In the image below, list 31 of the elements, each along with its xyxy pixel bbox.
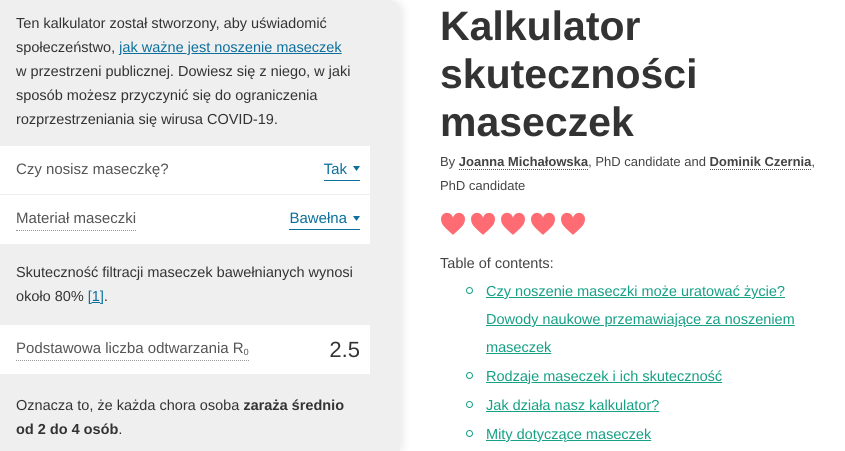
toc-heading: Table of contents: [440, 255, 555, 274]
toc-link[interactable]: Jak działa nasz kalkulator? [486, 392, 831, 420]
field-label: Podstawowa liczba odtwarzania R$_{0}$ [16, 338, 249, 362]
field-label: Materiał maseczki [16, 208, 136, 232]
toc-link[interactable]: Czy noszenie maseczki może uratować życie? Dowody naukowe przemawiające za noszeniem maseczek [486, 278, 831, 362]
filtration-note: Skuteczność filtracji maseczek bawełnianych wynosi około 80% [1]. [15, 264, 354, 307]
caret-icon [353, 166, 360, 171]
toc-link[interactable]: Mity dotyczące maseczek [486, 421, 831, 449]
heart-icon [470, 212, 496, 236]
heart-icon [560, 212, 586, 236]
author-link[interactable]: Joanna Michałowska [458, 154, 588, 170]
bullet-icon [466, 372, 473, 379]
field-label: Czy nosisz maseczkę? [16, 160, 169, 180]
heart-icon [500, 212, 526, 236]
heart-icon [440, 212, 466, 236]
heart-icon [530, 212, 556, 236]
byline: By Joanna Michałowska, PhD candidate and Dominik Czernia, PhD candidate [440, 153, 816, 195]
author-link[interactable]: Dominik Czernia [710, 154, 812, 170]
bullet-icon [466, 401, 473, 408]
select-dropdown[interactable]: Tak [324, 160, 360, 180]
bullet-icon [466, 430, 473, 437]
bullet-icon [466, 287, 473, 294]
toc-link[interactable]: Rodzaje maseczek i ich skuteczność [486, 363, 831, 391]
reference-link[interactable]: [1] [88, 289, 104, 305]
number-input[interactable]: 2.5 [329, 333, 360, 366]
intro-paragraph: Ten kalkulator został stworzony, aby uświadomić społeczeństwo, jak ważne jest noszenie maseczek w przestrzeni publicznej. Dowiesz się z niego, w jaki sposób możesz przyczynić się do ograniczenia rozprzestrzeniania się wirusa COVID-19. [15, 15, 352, 130]
caret-icon [353, 216, 360, 220]
page-title: Kalkulator skuteczności maseczek [440, 2, 698, 146]
article-link[interactable]: jak ważne jest noszenie maseczek [119, 40, 342, 56]
result-paragraph: Oznacza to, że każda chora osoba zaraża średnio od 2 do 4 osób. [15, 397, 346, 440]
select-dropdown[interactable]: Bawełna [289, 209, 360, 230]
